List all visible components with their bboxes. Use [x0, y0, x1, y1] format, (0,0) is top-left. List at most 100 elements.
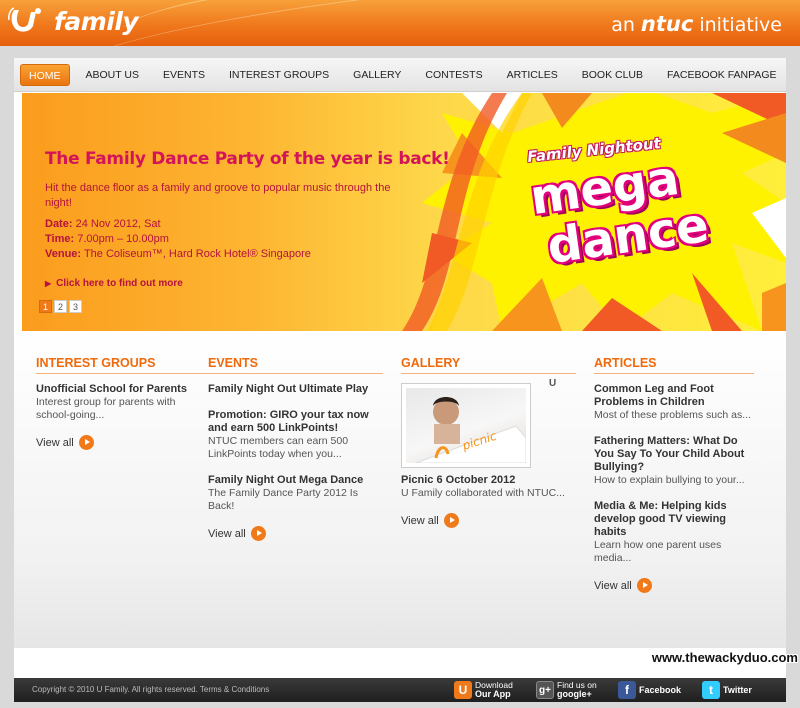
- hero-banner[interactable]: Family Nightout mega dance The Family Da…: [22, 93, 786, 331]
- content-area: INTEREST GROUPS Unofficial School for Pa…: [14, 332, 786, 648]
- articles-view-all[interactable]: View all: [594, 578, 754, 593]
- picnic-photo-art: picnic: [415, 397, 526, 463]
- google-line2: google+: [557, 689, 592, 699]
- copyright-text: Copyright © 2010 U Family. All rights re…: [32, 685, 198, 694]
- events-heading[interactable]: EVENTS: [208, 356, 383, 374]
- gallery-thumbnail[interactable]: picnic: [401, 383, 531, 468]
- facebook-icon: f: [618, 681, 636, 699]
- interest-groups-view-all[interactable]: View all: [36, 435, 211, 450]
- gallery-column: GALLERY picnic U Picnic 6 October 2012 U: [401, 356, 576, 528]
- banner-details: Date: 24 Nov 2012, Sat Time: 7.00pm – 10…: [45, 217, 311, 262]
- nav-interest-groups[interactable]: INTEREST GROUPS: [217, 64, 341, 86]
- list-item[interactable]: Family Night Out Ultimate Play: [208, 383, 383, 396]
- site-logo[interactable]: family: [8, 6, 139, 36]
- thumb-caption: U: [549, 378, 557, 389]
- u-logo-icon: [8, 6, 50, 36]
- site-footer: Copyright © 2010 U Family. All rights re…: [14, 678, 786, 702]
- google-plus-icon: g+: [536, 681, 554, 699]
- venue-label: Venue:: [45, 248, 82, 260]
- item-text: Interest group for parents with school-g…: [36, 396, 176, 421]
- pager-page-2[interactable]: 2: [54, 300, 67, 313]
- logo-text: family: [54, 6, 139, 36]
- gallery-heading[interactable]: GALLERY: [401, 356, 576, 374]
- item-title[interactable]: Family Night Out Ultimate Play: [208, 383, 383, 396]
- ntuc-prefix: an: [611, 14, 635, 36]
- item-text: NTUC members can earn 500 LinkPoints tod…: [208, 435, 349, 460]
- events-view-all[interactable]: View all: [208, 526, 383, 541]
- articles-heading[interactable]: ARTICLES: [594, 356, 754, 374]
- item-title[interactable]: Unofficial School for Parents: [36, 383, 211, 396]
- arrow-circle-icon: [636, 578, 652, 593]
- site-header: family an ntuc initiative: [0, 0, 800, 46]
- item-text: The Family Dance Party 2012 Is Back!: [208, 487, 358, 512]
- find-out-more-label: Click here to find out more: [56, 278, 183, 289]
- banner-description: Hit the dance floor as a family and groo…: [45, 182, 391, 209]
- nav-articles[interactable]: ARTICLES: [495, 64, 570, 86]
- banner-pager: 1 2 3: [39, 300, 82, 313]
- date-row: Date: 24 Nov 2012, Sat: [45, 217, 311, 232]
- time-row: Time: 7.00pm – 10.00pm: [45, 232, 311, 247]
- events-column: EVENTS Family Night Out Ultimate Play Pr…: [208, 356, 383, 541]
- list-item[interactable]: Media & Me: Helping kids develop good TV…: [594, 500, 754, 565]
- item-title[interactable]: Common Leg and Foot Problems in Children: [594, 383, 754, 409]
- view-all-label: View all: [594, 579, 632, 592]
- view-all-label: View all: [401, 514, 439, 527]
- main-nav: HOME ABOUT US EVENTS INTEREST GROUPS GAL…: [14, 58, 786, 92]
- list-item[interactable]: Unofficial School for Parents Interest g…: [36, 383, 211, 422]
- time-label: Time:: [45, 233, 75, 245]
- nav-contests[interactable]: CONTESTS: [413, 64, 494, 86]
- view-all-label: View all: [36, 436, 74, 449]
- nav-facebook-fanpage[interactable]: FACEBOOK FANPAGE: [655, 64, 789, 86]
- u-app-icon: U: [454, 681, 472, 699]
- twitter-button[interactable]: t Twitter: [702, 680, 752, 700]
- terms-link[interactable]: Terms & Conditions: [200, 685, 269, 694]
- nav-gallery[interactable]: GALLERY: [341, 64, 413, 86]
- item-title[interactable]: Promotion: GIRO your tax now and earn 50…: [208, 409, 383, 435]
- item-title[interactable]: Family Night Out Mega Dance: [208, 474, 383, 487]
- date-label: Date:: [45, 218, 73, 230]
- ntuc-brand: ntuc: [640, 12, 694, 36]
- venue-value: The Coliseum™, Hard Rock Hotel® Singapor…: [83, 248, 311, 260]
- item-text: Learn how one parent uses media...: [594, 539, 722, 564]
- list-item[interactable]: Picnic 6 October 2012 U Family collabora…: [401, 474, 576, 500]
- list-item[interactable]: Fathering Matters: What Do You Say To Yo…: [594, 435, 754, 487]
- google-plus-button[interactable]: g+ Find us on google+: [536, 680, 597, 700]
- item-text: How to explain bullying to your...: [594, 474, 745, 486]
- twitter-icon: t: [702, 681, 720, 699]
- download-app-label: Download Our App: [475, 681, 513, 699]
- nav-book-club[interactable]: BOOK CLUB: [570, 64, 655, 86]
- pager-page-3[interactable]: 3: [69, 300, 82, 313]
- watermark: www.thewackyduo.com: [651, 650, 798, 665]
- facebook-button[interactable]: f Facebook: [618, 680, 681, 700]
- download-line2: Our App: [475, 689, 511, 699]
- item-title[interactable]: Picnic 6 October 2012: [401, 474, 576, 487]
- arrow-circle-icon: [250, 526, 266, 541]
- item-text: U Family collaborated with NTUC...: [401, 487, 565, 499]
- gallery-view-all[interactable]: View all: [401, 513, 576, 528]
- item-text: Most of these problems such as...: [594, 409, 751, 421]
- nav-events[interactable]: EVENTS: [151, 64, 217, 86]
- find-out-more-link[interactable]: ▶ Click here to find out more: [45, 278, 183, 289]
- ntuc-tagline: an ntuc initiative: [611, 12, 782, 36]
- facebook-label: Facebook: [639, 684, 682, 695]
- list-item[interactable]: Common Leg and Foot Problems in Children…: [594, 383, 754, 422]
- list-item[interactable]: Family Night Out Mega Dance The Family D…: [208, 474, 383, 513]
- arrow-right-icon: ▶: [45, 279, 52, 288]
- banner-title: The Family Dance Party of the year is ba…: [45, 149, 450, 169]
- google-label: Find us on google+: [557, 681, 597, 699]
- nav-home[interactable]: HOME: [20, 63, 70, 86]
- list-item[interactable]: Promotion: GIRO your tax now and earn 50…: [208, 409, 383, 461]
- nav-about-us[interactable]: ABOUT US: [74, 64, 151, 86]
- item-title[interactable]: Fathering Matters: What Do You Say To Yo…: [594, 435, 754, 474]
- copyright: Copyright © 2010 U Family. All rights re…: [32, 685, 269, 694]
- item-title[interactable]: Media & Me: Helping kids develop good TV…: [594, 500, 754, 539]
- interest-groups-heading[interactable]: INTEREST GROUPS: [36, 356, 211, 374]
- arrow-circle-icon: [443, 513, 459, 528]
- download-app-button[interactable]: U Download Our App: [454, 680, 513, 700]
- view-all-label: View all: [208, 527, 246, 540]
- pager-page-1[interactable]: 1: [39, 300, 52, 313]
- date-value: 24 Nov 2012, Sat: [75, 218, 161, 230]
- ntuc-suffix: initiative: [699, 14, 782, 36]
- time-value: 7.00pm – 10.00pm: [77, 233, 169, 245]
- page-wrapper: HOME ABOUT US EVENTS INTEREST GROUPS GAL…: [14, 58, 786, 678]
